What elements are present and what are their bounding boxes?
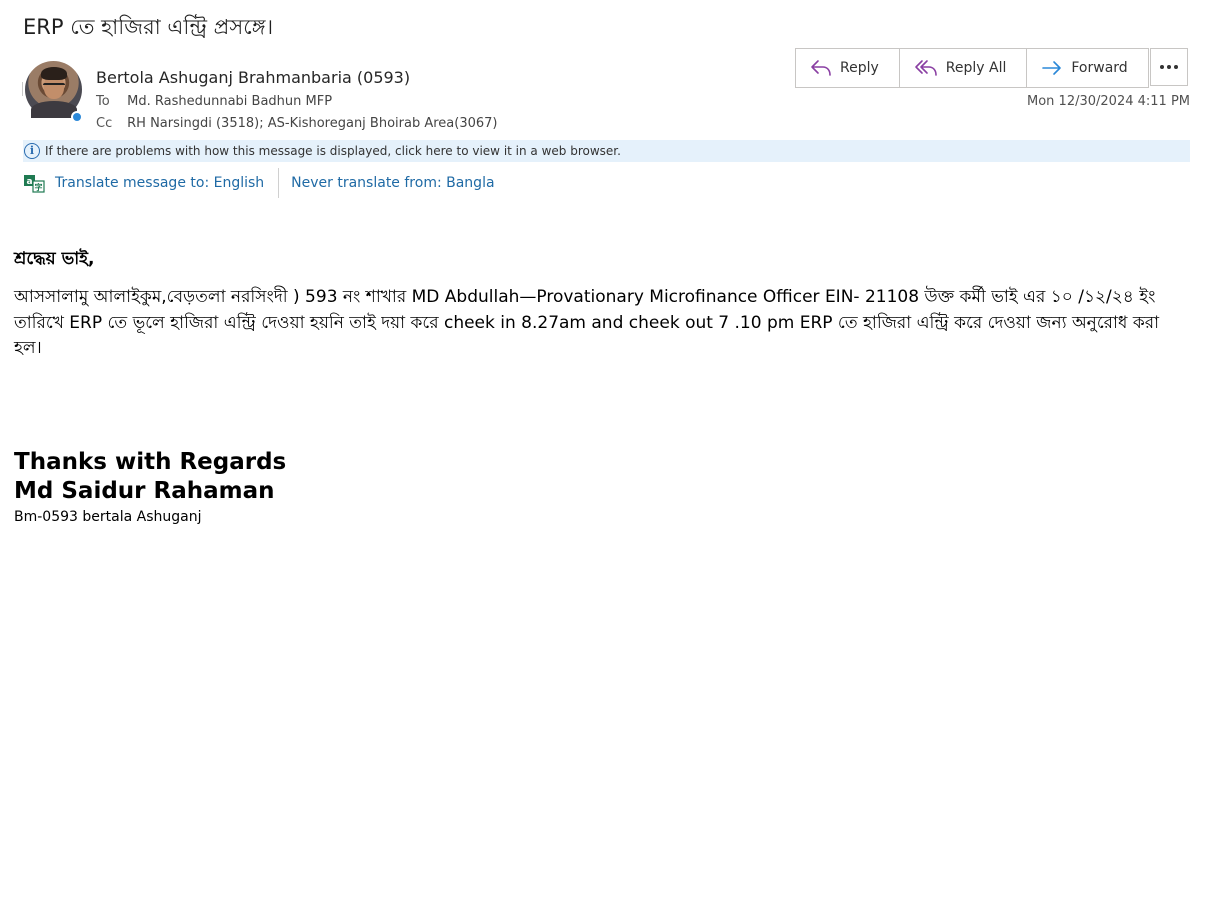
cc-recipients[interactable]: RH Narsingdi (3518); AS-Kishoreganj Bhoi… <box>127 116 497 131</box>
signature-branch: Bm-0593 bertala Ashuganj <box>14 509 202 525</box>
message-actions: Reply Reply All Forward <box>795 48 1149 88</box>
forward-label: Forward <box>1071 60 1128 76</box>
email-greeting: শ্রদ্ধেয় ভাই, <box>14 249 95 269</box>
avatar-divider <box>22 82 23 96</box>
signature-closing: Thanks with Regards <box>14 449 287 475</box>
forward-icon <box>1041 58 1063 78</box>
reply-button[interactable]: Reply <box>796 49 900 87</box>
reply-icon <box>810 58 832 78</box>
cc-row: Cc RH Narsingdi (3518); AS-Kishoreganj B… <box>96 116 498 131</box>
avatar-hair <box>41 67 67 80</box>
avatar-glasses <box>43 83 65 90</box>
translate-message-link[interactable]: Translate message to: English <box>55 175 264 191</box>
sender-avatar[interactable] <box>25 61 83 123</box>
message-subject: ERP তে হাজিরা এন্ট্রি প্রসঙ্গে। <box>23 15 274 39</box>
cc-label: Cc <box>96 116 113 131</box>
reply-all-label: Reply All <box>945 60 1007 76</box>
to-label: To <box>96 94 110 109</box>
infobar-text[interactable]: If there are problems with how this mess… <box>45 144 621 158</box>
translate-divider <box>278 168 280 198</box>
to-recipient[interactable]: Md. Rashedunnabi Badhun MFP <box>127 94 332 109</box>
more-actions-button[interactable] <box>1150 48 1188 86</box>
more-dot <box>1174 65 1178 69</box>
signature-name: Md Saidur Rahaman <box>14 478 275 504</box>
email-paragraph: আসসালামু আলাইকুম,বেড়তলা নরসিংদী ) 593 ন… <box>14 287 1160 358</box>
svg-text:a: a <box>26 177 32 187</box>
info-icon: i <box>24 143 40 159</box>
svg-text:字: 字 <box>35 182 43 192</box>
display-problem-infobar[interactable]: i If there are problems with how this me… <box>23 140 1190 162</box>
reply-label: Reply <box>840 60 879 76</box>
never-translate-link[interactable]: Never translate from: Bangla <box>291 175 494 191</box>
presence-indicator-icon <box>71 111 83 123</box>
reply-all-icon <box>914 58 938 78</box>
sender-name[interactable]: Bertola Ashuganj Brahmanbaria (0593) <box>96 68 410 87</box>
translate-icon: a 字 <box>23 172 45 194</box>
more-dot <box>1167 65 1171 69</box>
message-date: Mon 12/30/2024 4:11 PM <box>1027 94 1190 109</box>
translate-bar: a 字 Translate message to: English Never … <box>23 168 495 198</box>
to-row: To Md. Rashedunnabi Badhun MFP <box>96 94 332 109</box>
more-dot <box>1160 65 1164 69</box>
reply-all-button[interactable]: Reply All <box>900 49 1028 87</box>
forward-button[interactable]: Forward <box>1027 49 1147 87</box>
